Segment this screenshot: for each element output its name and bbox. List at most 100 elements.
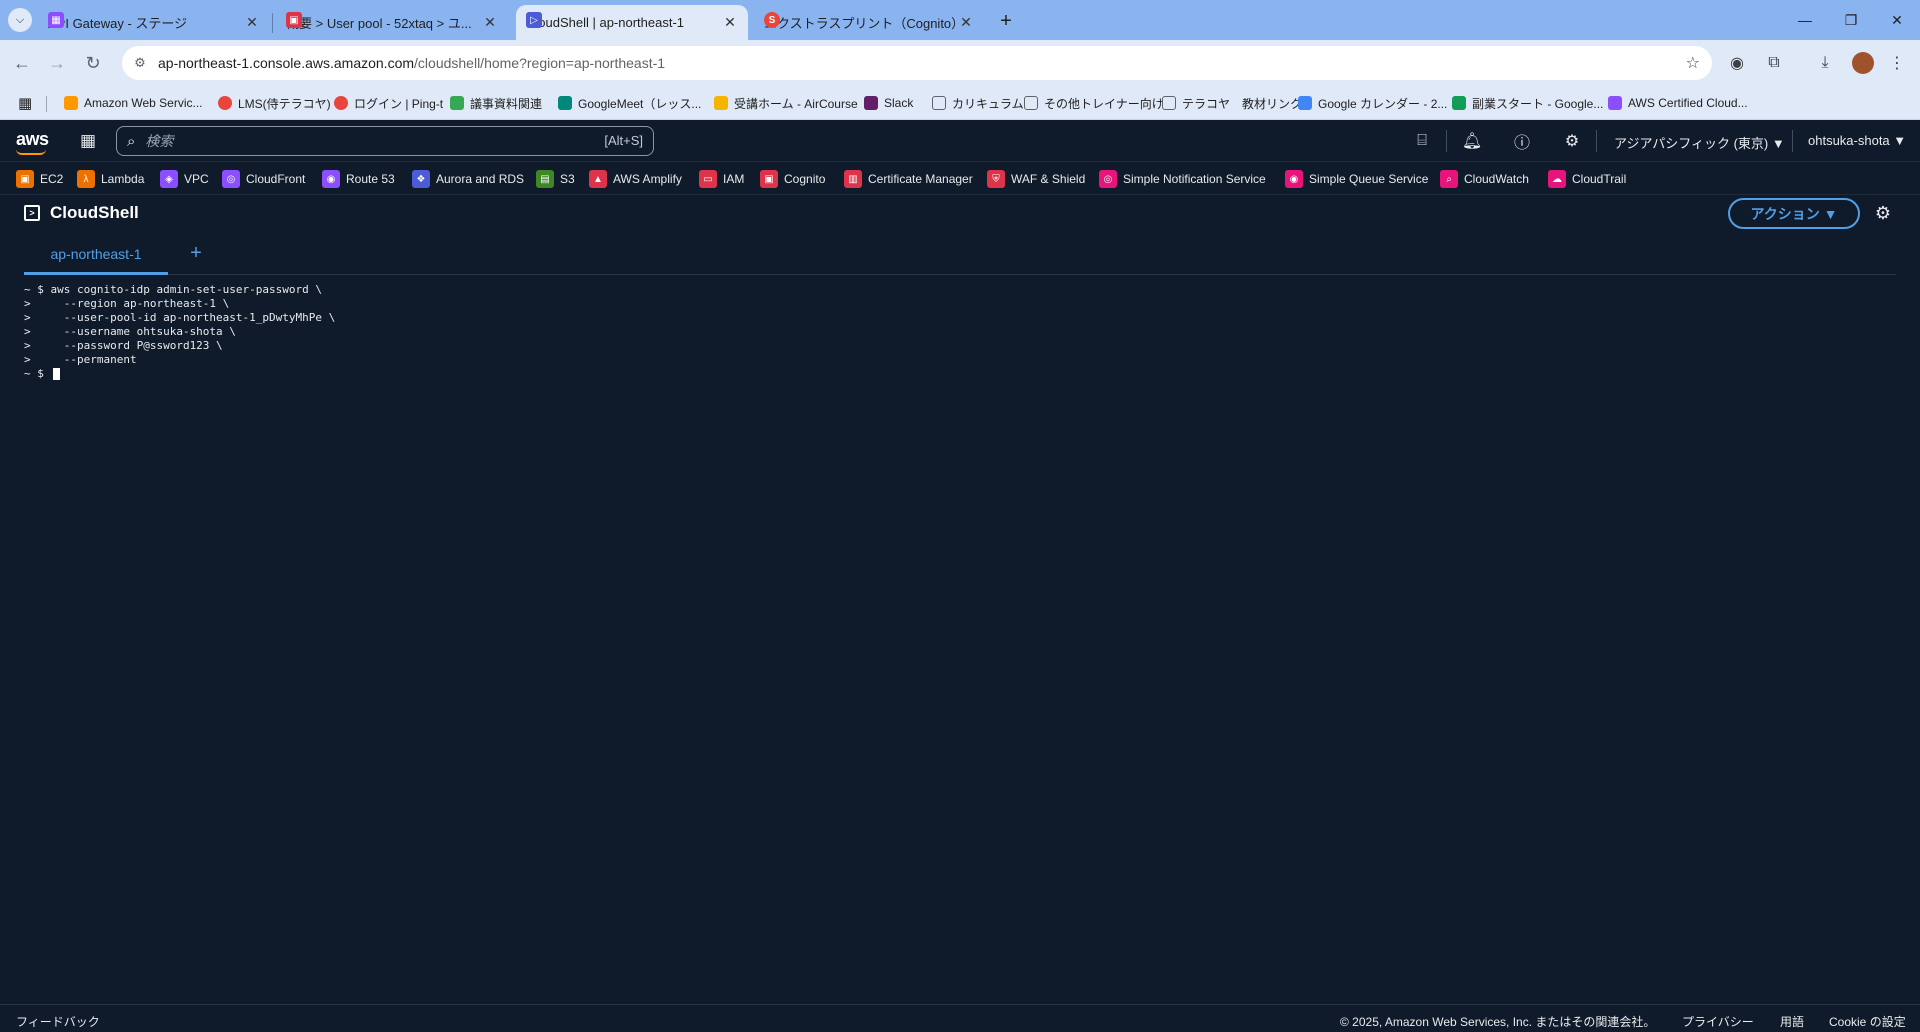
bookmark-star-icon[interactable]: ☆ bbox=[1686, 53, 1700, 73]
terminal-line: > --region ap-northeast-1 \ bbox=[24, 297, 230, 310]
bookmark-label: カリキュラム bbox=[952, 96, 1024, 111]
bookmark-folder[interactable]: カリキュラム bbox=[932, 92, 1024, 114]
favorite-ec2[interactable]: ▣ EC2 bbox=[16, 169, 63, 189]
notifications-bell-icon[interactable]: 🔔︎ bbox=[1462, 131, 1482, 151]
terms-link[interactable]: 用語 bbox=[1780, 1013, 1804, 1030]
download-icon[interactable]: ⤓ bbox=[1812, 50, 1838, 76]
address-bar[interactable]: ⚙ ap-northeast-1.console.aws.amazon.com /… bbox=[122, 46, 1712, 80]
aws-favorites-bar: ▣ EC2 λ Lambda ◈ VPC ◎ CloudFront ◉ Route 53 … bbox=[0, 162, 1920, 195]
bookmark-item[interactable]: 副業スタート - Google... bbox=[1452, 92, 1603, 114]
close-tab-icon[interactable]: ✕ bbox=[480, 14, 500, 31]
console-search-input[interactable]: ⌕ 検索 [Alt+S] bbox=[116, 126, 654, 156]
forward-arrow-icon[interactable]: → bbox=[43, 49, 71, 77]
terminal-line: > --permanent bbox=[24, 353, 137, 366]
aws-logo-text: aws bbox=[16, 129, 49, 149]
restore-window-button[interactable]: ❐ bbox=[1828, 6, 1874, 34]
iam-icon: ▭ bbox=[699, 170, 717, 188]
reload-icon[interactable]: ↻ bbox=[79, 49, 107, 77]
close-window-button[interactable]: ✕ bbox=[1874, 6, 1920, 34]
bookmark-item[interactable]: ログイン | Ping-t bbox=[334, 92, 443, 114]
aws-logo[interactable]: aws bbox=[16, 129, 49, 155]
favorite-sns[interactable]: ◎ Simple Notification Service bbox=[1099, 169, 1266, 189]
camera-icon[interactable]: ◉ bbox=[1724, 50, 1750, 76]
bookmark-item[interactable]: LMS(侍テラコヤ) bbox=[218, 92, 331, 114]
help-icon[interactable]: ⓘ bbox=[1512, 131, 1532, 152]
browser-tab-title: エクストラスプリント（Cognito）| ... bbox=[764, 16, 956, 31]
favorite-amplify[interactable]: ▲ AWS Amplify bbox=[589, 169, 682, 189]
browser-tab-user-pool[interactable]: ▣ 概要 > User pool - 52xtaq > ユ... ✕ bbox=[276, 5, 508, 40]
minimize-window-button[interactable]: — bbox=[1782, 6, 1828, 34]
browser-tab-title: API Gateway - ステージ bbox=[48, 16, 188, 31]
feedback-link[interactable]: フィードバック bbox=[16, 1013, 100, 1030]
services-grid-icon[interactable]: ▦ bbox=[80, 131, 100, 151]
close-tab-icon[interactable]: ✕ bbox=[242, 14, 262, 31]
bookmark-item[interactable]: AWS Certified Cloud... bbox=[1608, 92, 1748, 114]
region-selector[interactable]: アジアパシフィック (東京) ▼ bbox=[1614, 133, 1785, 152]
terminal-prompt-line[interactable]: ~ $ bbox=[24, 367, 1896, 381]
settings-gear-icon[interactable]: ⚙ bbox=[1562, 131, 1582, 151]
cloudshell-icon[interactable]: ⌸ bbox=[1412, 131, 1432, 151]
favorite-vpc[interactable]: ◈ VPC bbox=[160, 169, 209, 189]
account-menu[interactable]: ohtsuka-shota ▼ bbox=[1808, 133, 1906, 148]
bookmark-label: Slack bbox=[884, 96, 914, 110]
sns-icon: ◎ bbox=[1099, 170, 1117, 188]
google-calendar-icon bbox=[1298, 96, 1312, 110]
tab-search-button[interactable]: ⌵ bbox=[8, 8, 32, 32]
favorite-label: Route 53 bbox=[346, 172, 395, 186]
page-title: CloudShell bbox=[50, 203, 139, 222]
cloudfront-icon: ◎ bbox=[222, 170, 240, 188]
privacy-link[interactable]: プライバシー bbox=[1682, 1013, 1754, 1030]
back-arrow-icon[interactable]: ← bbox=[8, 49, 36, 77]
cookie-settings-link[interactable]: Cookie の設定 bbox=[1829, 1013, 1906, 1030]
close-tab-icon[interactable]: ✕ bbox=[956, 14, 976, 31]
apps-grid-icon[interactable]: ▦ bbox=[18, 92, 32, 114]
favorite-label: IAM bbox=[723, 172, 745, 186]
lambda-icon: λ bbox=[77, 170, 95, 188]
add-terminal-tab-button[interactable]: + bbox=[182, 239, 210, 267]
favorite-aurora-rds[interactable]: ❖ Aurora and RDS bbox=[412, 169, 524, 189]
copyright-text: © 2025, Amazon Web Services, Inc. またはその関… bbox=[1340, 1015, 1656, 1029]
favorite-cloudwatch[interactable]: ⌕ CloudWatch bbox=[1440, 169, 1529, 189]
bookmark-folder[interactable]: その他トレイナー向け bbox=[1024, 92, 1164, 114]
bookmark-item[interactable]: Google カレンダー - 2... bbox=[1298, 92, 1447, 114]
terminal-line: ~ $ aws cognito-idp admin-set-user-passw… bbox=[24, 283, 323, 296]
terminal-prompt: ~ $ bbox=[24, 367, 51, 380]
bookmark-item[interactable]: 受講ホーム - AirCourse bbox=[714, 92, 858, 114]
search-placeholder: 検索 bbox=[145, 133, 174, 149]
terminal-output[interactable]: ~ $ aws cognito-idp admin-set-user-passw… bbox=[24, 283, 1896, 1003]
favorite-sqs[interactable]: ◉ Simple Queue Service bbox=[1285, 169, 1428, 189]
favorite-label: VPC bbox=[184, 172, 209, 186]
favorite-s3[interactable]: ▤ S3 bbox=[536, 169, 575, 189]
bookmark-item[interactable]: 議事資料関連 bbox=[450, 92, 542, 114]
favorite-iam[interactable]: ▭ IAM bbox=[699, 169, 744, 189]
more-menu-icon[interactable]: ⋮ bbox=[1884, 50, 1910, 76]
new-tab-button[interactable]: + bbox=[994, 9, 1018, 33]
favorite-waf-shield[interactable]: ⛨ WAF & Shield bbox=[987, 169, 1085, 189]
favorite-lambda[interactable]: λ Lambda bbox=[77, 169, 144, 189]
favorite-route53[interactable]: ◉ Route 53 bbox=[322, 169, 395, 189]
extensions-icon[interactable]: ⧉ bbox=[1761, 50, 1787, 76]
header-divider bbox=[1596, 130, 1597, 152]
favorite-cognito[interactable]: ▣ Cognito bbox=[760, 169, 825, 189]
browser-tab-cloudshell[interactable]: ▷ CloudShell | ap-northeast-1 ✕ bbox=[516, 5, 748, 40]
favorite-cloudtrail[interactable]: ☁ CloudTrail bbox=[1548, 169, 1626, 189]
browser-tab-extra-sprint[interactable]: S エクストラスプリント（Cognito）| ... ✕ bbox=[754, 5, 984, 40]
bookmark-folder[interactable]: テラコヤ 教材リンク bbox=[1162, 92, 1302, 114]
terminal-tab-ap-northeast-1[interactable]: ap-northeast-1 bbox=[24, 235, 168, 275]
bookmark-item[interactable]: Slack bbox=[864, 92, 913, 114]
bookmark-item[interactable]: GoogleMeet（レッス... bbox=[558, 92, 701, 114]
sprint-favicon-icon: S bbox=[764, 12, 780, 28]
profile-avatar[interactable] bbox=[1852, 52, 1874, 74]
bookmark-label: LMS(侍テラコヤ) bbox=[238, 96, 331, 111]
google-sheets-icon bbox=[1452, 96, 1466, 110]
preferences-gear-icon[interactable]: ⚙ bbox=[1872, 202, 1894, 224]
favorite-certificate-manager[interactable]: ▥ Certificate Manager bbox=[844, 169, 973, 189]
terminal-line: > --user-pool-id ap-northeast-1_pDwtyMhP… bbox=[24, 311, 336, 324]
site-info-icon[interactable]: ⚙ bbox=[132, 55, 148, 71]
bookmark-item[interactable]: Amazon Web Servic... bbox=[64, 92, 203, 114]
favorite-cloudfront[interactable]: ◎ CloudFront bbox=[222, 169, 305, 189]
favorite-label: CloudFront bbox=[246, 172, 306, 186]
actions-button[interactable]: アクション ▼ bbox=[1728, 198, 1860, 229]
browser-tab-api-gateway[interactable]: ▦ API Gateway - ステージ ✕ bbox=[38, 5, 270, 40]
close-tab-icon[interactable]: ✕ bbox=[720, 14, 740, 31]
